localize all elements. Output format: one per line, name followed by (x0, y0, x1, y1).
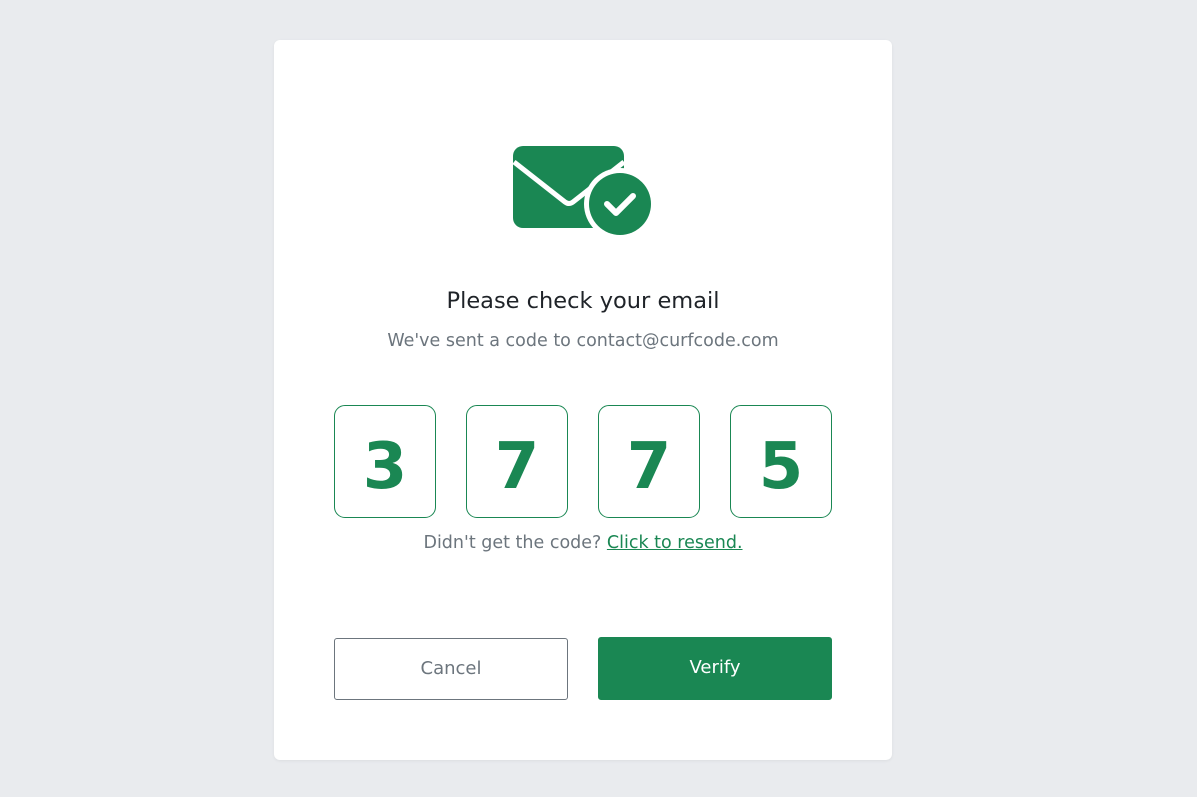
verification-card: Please check your email We've sent a cod… (274, 40, 892, 760)
resend-row: Didn't get the code? Click to resend. (274, 530, 892, 556)
resend-link[interactable]: Click to resend. (607, 533, 743, 553)
cancel-button[interactable]: Cancel (334, 638, 568, 700)
resend-prompt: Didn't get the code? (423, 533, 607, 553)
dialog-subtitle: We've sent a code to contact@curfcode.co… (387, 331, 779, 351)
dialog-title: Please check your email (446, 288, 720, 314)
code-digit-2[interactable]: 7 (466, 405, 568, 518)
mail-check-icon (513, 144, 653, 236)
code-digit-1[interactable]: 3 (334, 405, 436, 518)
code-digit-4[interactable]: 5 (730, 405, 832, 518)
code-digit-3[interactable]: 7 (598, 405, 700, 518)
verify-button[interactable]: Verify (598, 637, 832, 700)
code-input-group: 3 7 7 5 (334, 405, 832, 518)
